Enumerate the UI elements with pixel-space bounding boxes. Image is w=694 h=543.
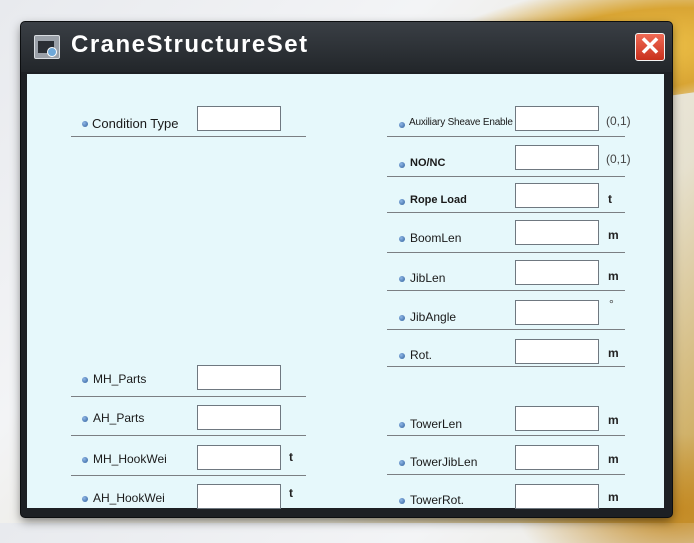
mh-hookwei-input[interactable]	[197, 445, 281, 470]
row-divider	[387, 435, 625, 436]
unit-m: m	[608, 346, 619, 360]
bullet-icon	[399, 460, 405, 466]
row-divider	[71, 475, 306, 476]
ah-parts-input[interactable]	[197, 405, 281, 430]
jibangle-input[interactable]	[515, 300, 599, 325]
label-auxiliary-sheave-enable: Auxiliary Sheave Enable	[409, 117, 513, 128]
label-towerlen: TowerLen	[410, 417, 463, 431]
bullet-icon	[399, 122, 405, 128]
bullet-icon	[82, 121, 88, 127]
label-ah-parts: AH_Parts	[93, 411, 145, 425]
bullet-icon	[82, 496, 88, 502]
towerjiblen-input[interactable]	[515, 445, 599, 470]
row-divider	[387, 366, 625, 367]
unit-m: m	[608, 228, 619, 242]
no-nc-input[interactable]	[515, 145, 599, 170]
row-divider	[387, 136, 625, 137]
title-bar[interactable]: CraneStructureSet ✕	[21, 22, 672, 72]
row-divider	[387, 329, 625, 330]
bullet-icon	[399, 353, 405, 359]
row-divider	[71, 396, 306, 397]
bullet-icon	[399, 498, 405, 504]
unit-t: t	[289, 450, 293, 464]
unit-t: t	[608, 192, 612, 206]
row-divider	[387, 176, 625, 177]
crane-structure-dialog: CraneStructureSet ✕ Condition Type MH_Pa…	[21, 22, 672, 517]
label-rot: Rot.	[410, 348, 433, 362]
label-no-nc: NO/NC	[410, 157, 446, 169]
form-panel: Condition Type MH_Parts AH_Parts MH_Hook…	[27, 74, 664, 509]
dialog-title: CraneStructureSet	[71, 31, 309, 58]
auxiliary-sheave-enable-input[interactable]	[515, 106, 599, 131]
close-button[interactable]: ✕	[635, 33, 665, 61]
bullet-icon	[399, 315, 405, 321]
label-boomlen: BoomLen	[410, 231, 462, 245]
bullet-icon	[399, 236, 405, 242]
unit-range: (0,1)	[606, 114, 631, 128]
towerlen-input[interactable]	[515, 406, 599, 431]
label-jibangle: JibAngle	[410, 310, 457, 324]
unit-degree: °	[609, 297, 614, 311]
unit-t: t	[289, 486, 293, 500]
unit-range: (0,1)	[606, 152, 631, 166]
ah-hookwei-input[interactable]	[197, 484, 281, 509]
unit-m: m	[608, 413, 619, 427]
unit-m: m	[608, 269, 619, 283]
unit-m: m	[608, 452, 619, 466]
row-divider	[387, 290, 625, 291]
label-jiblen: JibLen	[410, 271, 446, 285]
rope-load-input[interactable]	[515, 183, 599, 208]
row-divider	[387, 212, 625, 213]
rot-input[interactable]	[515, 339, 599, 364]
condition-type-input[interactable]	[197, 106, 281, 131]
label-ah-hookwei: AH_HookWei	[93, 491, 165, 505]
bullet-icon	[399, 422, 405, 428]
bullet-icon	[82, 416, 88, 422]
label-condition-type: Condition Type	[92, 116, 179, 131]
bullet-icon	[82, 457, 88, 463]
bullet-icon	[399, 199, 405, 205]
row-divider	[387, 474, 625, 475]
label-towerrot: TowerRot.	[410, 493, 465, 507]
mh-parts-input[interactable]	[197, 365, 281, 390]
unit-m: m	[608, 490, 619, 504]
label-mh-parts: MH_Parts	[93, 372, 147, 386]
label-towerjiblen: TowerJibLen	[410, 455, 478, 469]
row-divider	[387, 252, 625, 253]
jiblen-input[interactable]	[515, 260, 599, 285]
bullet-icon	[399, 276, 405, 282]
bullet-icon	[82, 377, 88, 383]
label-mh-hookwei: MH_HookWei	[93, 452, 167, 466]
bullet-icon	[399, 162, 405, 168]
boomlen-input[interactable]	[515, 220, 599, 245]
window-settings-icon	[34, 35, 60, 59]
towerrot-input[interactable]	[515, 484, 599, 509]
row-divider	[71, 136, 306, 137]
row-divider	[71, 435, 306, 436]
label-rope-load: Rope Load	[410, 194, 467, 206]
